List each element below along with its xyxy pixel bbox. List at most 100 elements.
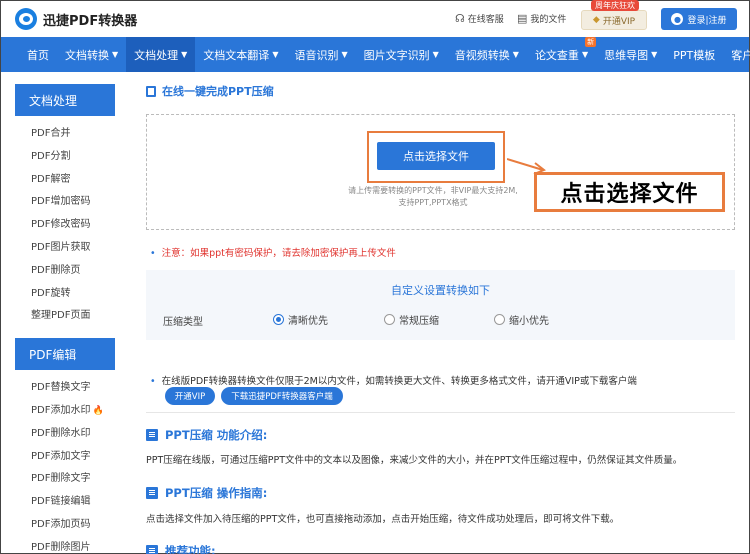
sidebar-item[interactable]: PDF修改密码 bbox=[15, 214, 115, 237]
sidebar-item[interactable]: PDF添加文字 bbox=[15, 446, 115, 469]
sidebar-list: PDF合并 PDF分割 PDF解密 PDF增加密码 PDF修改密码 PDF图片获… bbox=[15, 116, 115, 328]
caret-down-icon: ▼ bbox=[181, 50, 188, 59]
customer-service-label: 在线客服 bbox=[467, 15, 504, 25]
sidebar-item[interactable]: PDF添加页码 bbox=[15, 514, 115, 537]
sidebar-item[interactable]: PDF链接编辑 bbox=[15, 491, 115, 514]
guide-text: 点击选择文件加入待压缩的PPT文件，也可直接拖动添加，点击开始压缩，待文件成功处… bbox=[146, 514, 620, 525]
section-title: 在线一键完成PPT压缩 bbox=[146, 83, 736, 99]
sidebar-item[interactable]: PDF删除水印 bbox=[15, 423, 115, 446]
vip-label: 开通VIP bbox=[602, 16, 636, 27]
star-icon bbox=[146, 545, 158, 554]
limit-text-content: 在线版PDF转换器转换文件仅限于2M以内文件，如需转换更大文件、转换更多格式文件… bbox=[161, 376, 637, 387]
guide-title: PPT压缩 操作指南: bbox=[146, 485, 267, 501]
file-icon: ▤ bbox=[517, 12, 528, 25]
nav-doc-translate[interactable]: 文档文本翻译 ▼ bbox=[195, 37, 286, 72]
open-vip-button[interactable]: 开通VIP bbox=[165, 387, 215, 405]
caret-down-icon: ▼ bbox=[112, 50, 119, 59]
nav-label: 图片文字识别 bbox=[363, 48, 430, 62]
recommend-title: 推荐功能: bbox=[146, 543, 216, 554]
sidebar-item[interactable]: PDF旋转 bbox=[15, 283, 115, 306]
sidebar-item[interactable]: 整理PDF页面 bbox=[15, 305, 115, 328]
nav-home[interactable]: 首页 bbox=[19, 37, 57, 72]
logo-text: 迅捷PDF转换器 bbox=[43, 13, 138, 29]
open-vip-header-button[interactable]: ◆ 开通VIP bbox=[581, 10, 647, 30]
caret-down-icon: ▼ bbox=[581, 50, 589, 59]
intro-title: PPT压缩 功能介绍: bbox=[146, 427, 267, 443]
radio-label: 缩小优先 bbox=[509, 316, 549, 327]
sidebar-item[interactable]: PDF删除页 bbox=[15, 260, 115, 283]
my-files-link[interactable]: ▤ 我的文件 bbox=[517, 12, 566, 25]
nav-paper-check[interactable]: 论文查重 ▼ 新 bbox=[527, 37, 597, 72]
recommend-title-text: 推荐功能: bbox=[165, 544, 216, 554]
radio-shrink-first[interactable]: 缩小优先 bbox=[494, 312, 549, 327]
nav-label: 客户端 bbox=[731, 48, 750, 62]
nav-doc-convert[interactable]: 文档转换 ▼ bbox=[57, 37, 126, 72]
settings-panel: 自定义设置转换如下 压缩类型 清晰优先 常规压缩 缩小优先 bbox=[146, 270, 735, 340]
radio-normal-compress[interactable]: 常规压缩 bbox=[384, 312, 439, 327]
caret-down-icon: ▼ bbox=[341, 50, 348, 59]
radio-circle bbox=[384, 314, 395, 325]
guide-title-text: PPT压缩 操作指南: bbox=[165, 486, 268, 500]
logo[interactable]: 迅捷PDF转换器 bbox=[15, 8, 137, 30]
compress-type-label: 压缩类型 bbox=[163, 317, 203, 328]
upload-hint-line: 支持PPT,PPTX格式 bbox=[398, 198, 468, 207]
logo-icon bbox=[15, 8, 37, 30]
customer-service-link[interactable]: ☊ 在线客服 bbox=[455, 12, 504, 25]
nav-label: PPT模板 bbox=[673, 48, 716, 62]
nav-label: 思维导图 bbox=[604, 48, 649, 62]
nav-doc-process[interactable]: 文档处理 ▼ bbox=[126, 37, 196, 72]
select-file-button[interactable]: 点击选择文件 bbox=[377, 142, 495, 170]
sidebar-item[interactable]: PDF添加水印 🔥 bbox=[15, 400, 115, 423]
upload-hint: 请上传需要转换的PPT文件，非VIP最大支持2M, 支持PPT,PPTX格式 bbox=[333, 185, 533, 209]
sidebar-item-label: PDF添加水印 bbox=[31, 404, 91, 416]
upload-hint-line: 请上传需要转换的PPT文件，非VIP最大支持2M, bbox=[348, 186, 518, 195]
fire-icon: 🔥 bbox=[92, 405, 104, 416]
notice-text: 注意：如果ppt有密码保护，请去除加密保护再上传文件 bbox=[161, 248, 396, 259]
sidebar-item[interactable]: PDF图片获取 bbox=[15, 237, 115, 260]
radio-circle bbox=[494, 314, 505, 325]
nav-speech-recognition[interactable]: 语音识别 ▼ bbox=[286, 37, 355, 72]
nav-client[interactable]: 客户端▼ bbox=[723, 37, 750, 72]
sidebar-item[interactable]: PDF删除文字 bbox=[15, 468, 115, 491]
section-title-text: 在线一键完成PPT压缩 bbox=[162, 85, 274, 98]
caret-down-icon: ▼ bbox=[651, 50, 658, 59]
sidebar-item[interactable]: PDF分割 bbox=[15, 146, 115, 169]
caret-down-icon: ▼ bbox=[432, 50, 439, 59]
login-label: 登录|注册 bbox=[687, 15, 727, 26]
nav-label: 首页 bbox=[27, 48, 49, 62]
nav-label: 文档处理 bbox=[134, 48, 179, 62]
sidebar-list: PDF替换文字 PDF添加水印 🔥 PDF删除水印 PDF添加文字 PDF删除文字… bbox=[15, 370, 115, 554]
radio-label: 清晰优先 bbox=[288, 316, 328, 327]
settings-title: 自定义设置转换如下 bbox=[391, 284, 490, 297]
limit-info: • 在线版PDF转换器转换文件仅限于2M以内文件，如需转换更大文件、转换更多格式文… bbox=[146, 365, 735, 413]
nav-av-convert[interactable]: 音视频转换 ▼ bbox=[447, 37, 527, 72]
sidebar-item[interactable]: PDF增加密码 bbox=[15, 191, 115, 214]
radio-clarity-first[interactable]: 清晰优先 bbox=[273, 312, 328, 327]
radio-label: 常规压缩 bbox=[399, 316, 439, 327]
book-icon bbox=[146, 429, 158, 441]
radio-circle bbox=[273, 314, 284, 325]
main-content: 在线一键完成PPT压缩 点击选择文件 请上传需要转换的PPT文件，非VIP最大支… bbox=[146, 83, 736, 554]
password-notice: • 注意：如果ppt有密码保护，请去除加密保护再上传文件 bbox=[150, 245, 396, 259]
headset-icon: ☊ bbox=[455, 12, 465, 25]
sidebar-item[interactable]: PDF删除图片 bbox=[15, 537, 115, 554]
caret-down-icon: ▼ bbox=[512, 50, 519, 59]
nav-label: 语音识别 bbox=[294, 48, 339, 62]
sidebar-item[interactable]: PDF解密 bbox=[15, 169, 115, 192]
document-icon bbox=[146, 85, 156, 97]
sidebar-item[interactable]: PDF合并 bbox=[15, 123, 115, 146]
upload-dropzone[interactable]: 点击选择文件 请上传需要转换的PPT文件，非VIP最大支持2M, 支持PPT,P… bbox=[146, 114, 735, 230]
vip-diamond-icon: ◆ bbox=[592, 15, 600, 25]
nav-mindmap[interactable]: 思维导图 ▼ bbox=[596, 37, 665, 72]
nav-label: 音视频转换 bbox=[454, 48, 510, 62]
intro-title-text: PPT压缩 功能介绍: bbox=[165, 428, 268, 442]
sidebar-item[interactable]: PDF替换文字 bbox=[15, 377, 115, 400]
login-register-button[interactable]: ● 登录|注册 bbox=[661, 8, 737, 30]
nav-label: 文档转换 bbox=[65, 48, 109, 62]
nav-label: 论文查重 bbox=[534, 48, 579, 62]
new-badge: 新 bbox=[585, 37, 597, 47]
nav-ppt-template[interactable]: PPT模板 bbox=[665, 37, 723, 72]
main-nav: 首页 文档转换 ▼ 文档处理 ▼ 文档文本翻译 ▼ 语音识别 ▼ 图片文字识别 ▼ 音视频… bbox=[1, 37, 750, 72]
download-client-button[interactable]: 下载迅捷PDF转换器客户端 bbox=[221, 387, 343, 405]
nav-image-ocr[interactable]: 图片文字识别 ▼ bbox=[356, 37, 447, 72]
